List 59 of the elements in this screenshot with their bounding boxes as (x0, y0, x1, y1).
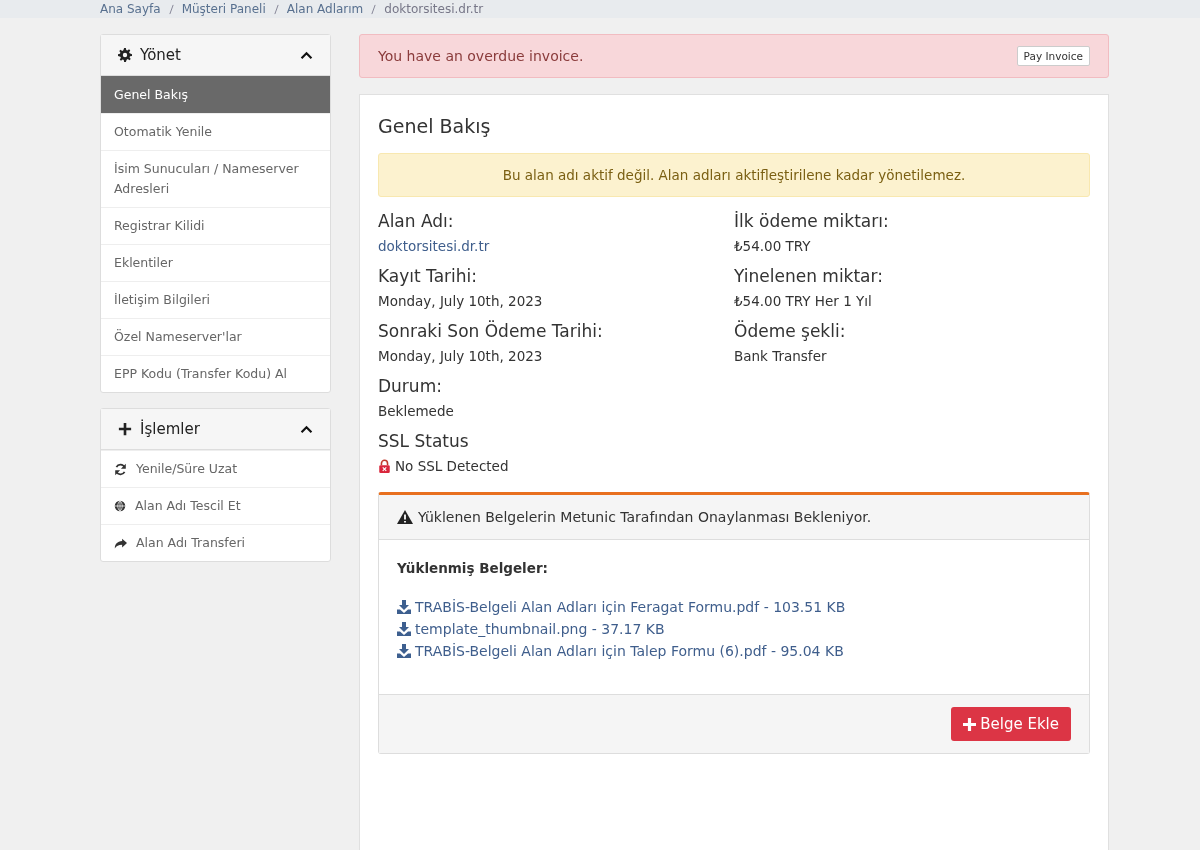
field-value: Monday, July 10th, 2023 (378, 348, 543, 364)
notice-text: Yüklenen Belgelerin Metunic Tarafından Onaylanması Bekleniyor. (418, 509, 872, 525)
field-value: Bank Transfer (734, 348, 827, 364)
file-link[interactable]: TRABİS-Belgeli Alan Adları için Talep Formu (6).pdf - 95.04 KB (415, 640, 844, 662)
pay-invoice-button[interactable]: Pay Invoice (1016, 46, 1090, 66)
plus-icon (118, 422, 132, 436)
refresh-icon (114, 463, 127, 476)
file-link[interactable]: template_thumbnail.png - 37.17 KB (415, 618, 665, 640)
section-title: Genel Bakış (378, 115, 492, 137)
field-label: Sonraki Son Ödeme Tarihi: (378, 321, 603, 341)
plus-icon (963, 717, 977, 731)
sidebar-item[interactable]: İsim Sunucuları / Nameserver Adresleri (101, 150, 330, 207)
panel-title: Yönet (140, 46, 182, 64)
field-label: Kayıt Tarihi: (378, 266, 478, 286)
breadcrumb-link[interactable]: Müşteri Paneli (181, 2, 266, 16)
field-label: Yinelenen miktar: (734, 266, 883, 286)
field-value: No SSL Detected (395, 458, 509, 474)
add-document-button[interactable]: Belge Ekle (951, 707, 1071, 741)
sidebar-item[interactable]: Alan Adı Tescil Et (101, 487, 330, 524)
field-value: Monday, July 10th, 2023 (378, 293, 543, 309)
warning-message: Bu alan adı aktif değil. Alan adları aktifleştirilene kadar yönetilemez. (502, 167, 966, 183)
field-label: İlk ödeme miktarı: (734, 211, 889, 231)
download-icon (397, 622, 411, 636)
breadcrumb-link[interactable]: Ana Sayfa (100, 2, 161, 16)
sidebar-item[interactable]: EPP Kodu (Transfer Kodu) Al (101, 355, 330, 392)
sidebar-item[interactable]: Özel Nameserver'lar (101, 318, 330, 355)
sidebar-item[interactable]: Genel Bakış (101, 76, 330, 113)
download-icon (397, 600, 411, 614)
panel-header[interactable]: Yönet (101, 35, 330, 76)
sidebar-item[interactable]: Alan Adı Transferi (101, 524, 330, 561)
warning-icon (397, 510, 413, 524)
gear-icon (118, 48, 132, 62)
sidebar-item[interactable]: Yenile/Süre Uzat (101, 450, 330, 487)
panel-header[interactable]: İşlemler (101, 409, 330, 450)
share-arrow-icon (114, 537, 127, 550)
field-label: Alan Adı: (378, 211, 454, 231)
sidebar-item[interactable]: İletişim Bilgileri (101, 281, 330, 318)
domain-link[interactable]: doktorsitesi.dr.tr (378, 238, 490, 254)
sidebar-item[interactable]: Registrar Kilidi (101, 207, 330, 244)
padlock-icon (378, 459, 391, 473)
panel-title: İşlemler (140, 420, 201, 438)
documents-heading: Yüklenmiş Belgeler: (397, 560, 549, 576)
breadcrumb-current: doktorsitesi.dr.tr (384, 2, 484, 16)
sidebar-item[interactable]: Eklentiler (101, 244, 330, 281)
alert-message: You have an overdue invoice. (378, 48, 584, 64)
sidebar-item[interactable]: Otomatik Yenile (101, 113, 330, 150)
breadcrumb-link[interactable]: Alan Adlarım (286, 2, 364, 16)
field-value: ₺54.00 TRY (734, 238, 811, 254)
field-value: ₺54.00 TRY Her 1 Yıl (734, 293, 872, 309)
field-value: Beklemede (378, 403, 454, 419)
breadcrumb-separator-icon (273, 3, 279, 15)
breadcrumb-separator-icon (371, 3, 377, 15)
globe-icon (114, 500, 126, 512)
breadcrumb-separator-icon (168, 3, 174, 15)
file-link[interactable]: TRABİS-Belgeli Alan Adları için Feragat Formu.pdf - 103.51 KB (415, 596, 846, 618)
download-icon (397, 644, 411, 658)
field-label: Durum: (378, 376, 442, 396)
field-label: Ödeme şekli: (734, 321, 846, 341)
field-label: SSL Status (378, 431, 469, 451)
